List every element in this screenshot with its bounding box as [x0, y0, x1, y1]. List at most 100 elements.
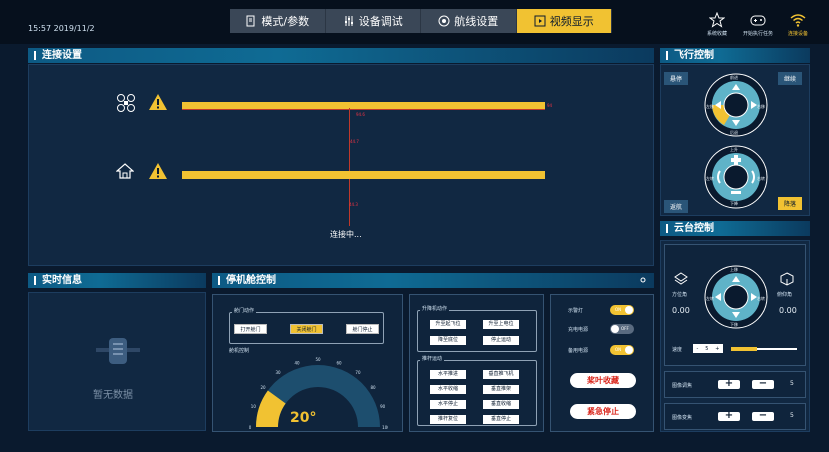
play-icon: [534, 15, 546, 27]
mode-tabs: 模式/参数 设备调试 航线设置 视频显示: [230, 9, 612, 33]
realtime-header: 实时信息: [28, 273, 206, 288]
gimbal-header: 云台控制: [660, 221, 810, 236]
continue-button[interactable]: 继续: [778, 72, 803, 85]
speed-label: 速度: [672, 347, 683, 353]
bottom-marker-label: 44.3: [349, 202, 358, 207]
azimuth-label: 方位角: [672, 292, 688, 298]
gimbal-title: 云台控制: [674, 223, 714, 234]
focus-plus-button[interactable]: +: [718, 379, 740, 389]
hangar-header: 停机舱控制: [212, 273, 654, 288]
gauge-tick-label: 0: [249, 425, 252, 430]
wifi-icon: [790, 14, 806, 27]
focus-value: 5: [790, 380, 794, 387]
zoom-plus-button[interactable]: +: [718, 411, 740, 421]
warning-icon: [149, 94, 167, 110]
horizontal-retract-button[interactable]: 水平收缩: [430, 385, 466, 394]
connection-status: 连接中...: [330, 230, 362, 239]
pitch-value: 0.00: [779, 306, 797, 315]
speed-increment[interactable]: +: [715, 346, 719, 352]
pusher-group-label: 推杆运动: [420, 355, 445, 362]
horizontal-push-button[interactable]: 水平推进: [430, 370, 466, 379]
gimbal-top-label: 上移: [730, 267, 738, 272]
clock: 15:57 2019/11/2: [28, 24, 95, 33]
lift-to-power-button[interactable]: 升至上电位: [483, 320, 519, 329]
stop-motion-button[interactable]: 停止运动: [483, 336, 519, 345]
document-icon: [246, 15, 255, 27]
charging-power-toggle[interactable]: OFF: [610, 324, 634, 334]
angle-gauge: 0 10 20 30 40 50 60 70 80 90 100: [249, 357, 388, 430]
gauge-tick-label: 60: [336, 360, 342, 365]
pitch-label: 俯仰角: [777, 292, 793, 298]
no-data-icon: [96, 338, 140, 364]
azimuth-icon: [674, 272, 688, 285]
gauge-tick-label: 70: [355, 370, 361, 375]
connect-device-label: 连接设备: [787, 31, 808, 37]
flight-title: 飞行控制: [674, 50, 714, 61]
horizontal-stop-button[interactable]: 水平停止: [430, 400, 466, 409]
emergency-stop-button[interactable]: 紧急停止: [570, 404, 636, 419]
pusher-reset-button[interactable]: 推杆复位: [430, 415, 466, 424]
zoom-value: 5: [790, 412, 794, 419]
vertical-stop-button[interactable]: 垂直停止: [483, 415, 519, 424]
vertical-retract-button[interactable]: 垂直收缩: [483, 400, 519, 409]
settings-icon[interactable]: [640, 277, 646, 283]
gauge-tick-label: 40: [294, 360, 300, 365]
realtime-title: 实时信息: [42, 275, 82, 286]
favorites-button[interactable]: 系统收藏: [695, 12, 739, 37]
dial2-right-label: 右转: [757, 176, 765, 181]
drone-icon: [117, 94, 135, 112]
warning-light-label: 示警灯: [568, 308, 584, 314]
land-button[interactable]: 降落: [778, 197, 803, 210]
dial1-left-label: 左移: [706, 104, 714, 109]
home-icon: [116, 163, 134, 179]
tab-label: 视频显示: [549, 15, 594, 28]
dial2-top-label: 上升: [730, 147, 738, 152]
zoom-label: 图像变焦: [672, 415, 693, 421]
return-home-button[interactable]: 返航: [664, 200, 689, 213]
gauge-tick-label: 80: [370, 385, 376, 390]
gauge-tick-label: 10: [251, 404, 257, 409]
minus-icon[interactable]: [731, 191, 741, 194]
gauge-label: 舱机控制: [229, 348, 250, 354]
lower-to-bottom-button[interactable]: 降至底位: [430, 336, 466, 345]
home-signal-bar: [182, 171, 545, 179]
top-marker-label: 94.6: [356, 112, 365, 117]
speed-slider-fill: [731, 347, 757, 351]
connect-device-button[interactable]: 连接设备: [776, 12, 820, 37]
vertical-push-drone-button[interactable]: 垂直推飞机: [483, 370, 519, 379]
hover-button[interactable]: 悬停: [664, 72, 689, 85]
pitch-icon: [780, 272, 794, 286]
tab-device-debug[interactable]: 设备调试: [326, 9, 421, 33]
zoom-minus-button[interactable]: −: [752, 411, 774, 421]
fold-propeller-button[interactable]: 桨叶收藏: [570, 373, 636, 388]
warning-icon: [149, 163, 167, 179]
dial1-top-label: 前进: [730, 75, 738, 80]
focus-label: 图像调焦: [672, 383, 693, 389]
gauge-tick-label: 30: [275, 370, 281, 375]
open-door-button[interactable]: 打开舱门: [234, 324, 267, 334]
azimuth-value: 0.00: [672, 306, 690, 315]
tab-route-settings[interactable]: 航线设置: [421, 9, 517, 33]
gimbal-left-label: 左转: [706, 296, 714, 301]
start-task-button[interactable]: 开始执行任务: [736, 12, 780, 37]
start-task-label: 开始执行任务: [742, 31, 773, 37]
close-door-button[interactable]: 关闭舱门: [290, 324, 323, 334]
mid-marker-label: 44.7: [350, 139, 359, 144]
vertical-push-frame-button[interactable]: 垂直推架: [483, 385, 519, 394]
dial2-left-label: 左转: [706, 176, 714, 181]
stop-door-button[interactable]: 舱门停止: [346, 324, 379, 334]
gauge-tick-label: 20: [260, 385, 266, 390]
speed-decrement[interactable]: -: [696, 346, 698, 352]
dial2-bottom-label: 下降: [730, 201, 738, 206]
dial1-bottom-label: 后退: [730, 130, 738, 135]
tab-mode-params[interactable]: 模式/参数: [230, 9, 326, 33]
speed-stepper[interactable]: - 5 +: [693, 344, 723, 353]
lift-to-takeoff-button[interactable]: 升至起飞位: [430, 320, 466, 329]
warning-light-toggle[interactable]: ON: [610, 305, 634, 315]
flight-header: 飞行控制: [660, 48, 810, 63]
tab-label: 模式/参数: [261, 15, 310, 28]
tab-video-display[interactable]: 视频显示: [516, 9, 612, 33]
route-icon: [438, 15, 450, 27]
focus-minus-button[interactable]: −: [752, 379, 774, 389]
backup-power-toggle[interactable]: ON: [610, 345, 634, 355]
